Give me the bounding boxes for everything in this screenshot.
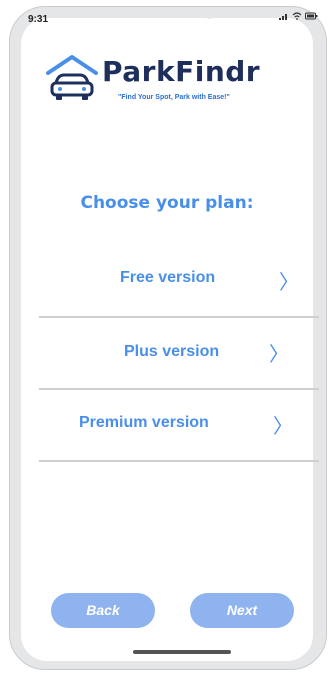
next-button[interactable]: Next [190, 593, 294, 628]
app-name: ParkFindr [102, 55, 261, 88]
chevron-right-icon: 〉 [273, 414, 293, 438]
status-time: 9:31 [28, 14, 49, 25]
app-logo: ParkFindr "Find Your Spot, Park with Eas… [44, 47, 284, 123]
chevron-right-icon: 〉 [279, 270, 299, 294]
status-icons [279, 12, 318, 20]
plan-option-free[interactable]: Free version 〉 [39, 244, 319, 318]
signal-icon [279, 14, 287, 20]
plan-label: Premium version [79, 414, 209, 431]
notch-camera [204, 9, 214, 19]
home-indicator[interactable] [133, 650, 231, 654]
back-button[interactable]: Back [51, 593, 155, 628]
plan-option-plus[interactable]: Plus version 〉 [39, 316, 319, 390]
plan-option-premium[interactable]: Premium version 〉 [39, 388, 319, 462]
wifi-icon [292, 12, 302, 20]
page-title: Choose your plan: [80, 193, 254, 213]
notch-speaker [126, 12, 190, 18]
app-tagline: "Find Your Spot, Park with Ease!" [118, 94, 230, 101]
car-garage-icon [46, 55, 98, 100]
plan-label: Free version [120, 269, 216, 286]
chevron-right-icon: 〉 [269, 342, 289, 366]
battery-icon [305, 12, 318, 20]
plan-label: Plus version [124, 343, 220, 360]
